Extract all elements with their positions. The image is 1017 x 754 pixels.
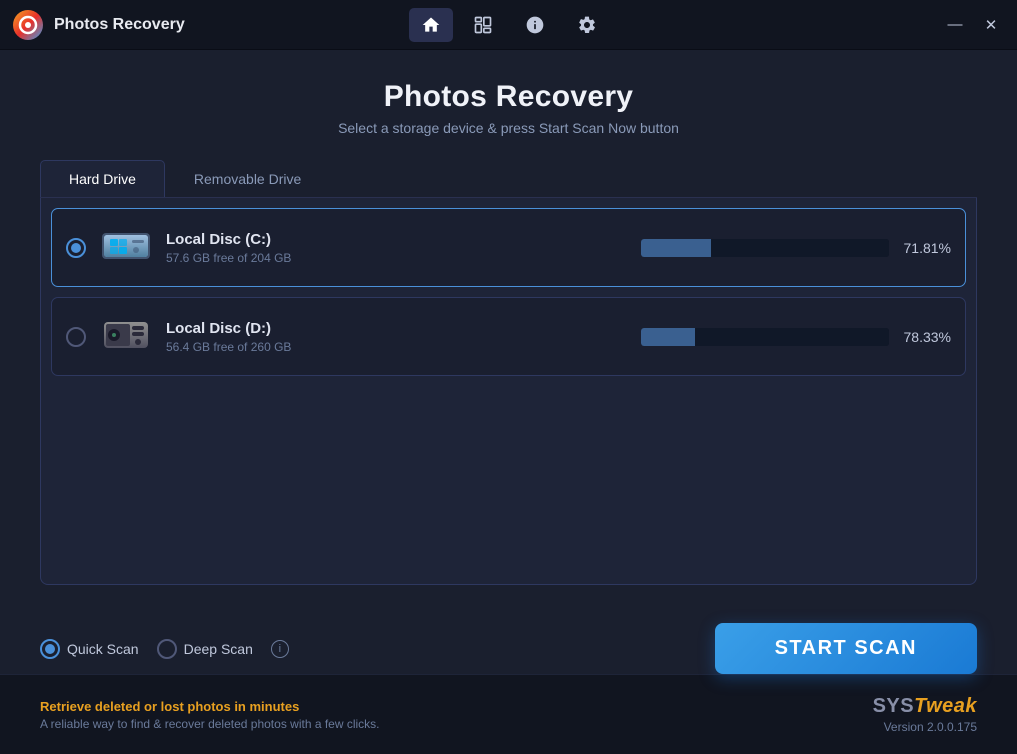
tab-removable-drive[interactable]: Removable Drive xyxy=(165,160,330,197)
titlebar-left: Photos Recovery xyxy=(12,9,185,41)
drive-d-used-bar xyxy=(695,328,889,346)
footer: Retrieve deleted or lost photos in minut… xyxy=(0,674,1017,754)
tab-hard-drive[interactable]: Hard Drive xyxy=(40,160,165,197)
brand-sys: SYS xyxy=(873,695,915,717)
drive-c-name: Local Disc (C:) xyxy=(166,231,641,248)
footer-desc: A reliable way to find & recover deleted… xyxy=(40,717,380,731)
drive-icon-c xyxy=(100,225,152,270)
deep-scan-option[interactable]: Deep Scan xyxy=(157,639,253,659)
quick-scan-radio-inner xyxy=(45,644,55,654)
drive-icon-d xyxy=(100,314,152,359)
footer-brand: SYSTweak Version 2.0.0.175 xyxy=(873,695,977,734)
drive-c-bar-area: 71.81% xyxy=(641,239,951,257)
footer-promo: Retrieve deleted or lost photos in minut… xyxy=(40,699,380,714)
bottom-bar: Quick Scan Deep Scan i START SCAN xyxy=(0,605,1017,674)
quick-scan-radio[interactable] xyxy=(40,639,60,659)
deep-scan-radio[interactable] xyxy=(157,639,177,659)
drive-c-bar-track xyxy=(641,239,889,257)
drive-d-info: Local Disc (D:) 56.4 GB free of 260 GB xyxy=(166,320,641,354)
quick-scan-label: Quick Scan xyxy=(67,641,139,657)
drive-d-name: Local Disc (D:) xyxy=(166,320,641,337)
minimize-button[interactable]: — xyxy=(941,11,969,39)
deep-scan-label: Deep Scan xyxy=(184,641,253,657)
radio-c[interactable] xyxy=(66,238,86,258)
quick-scan-option[interactable]: Quick Scan xyxy=(40,639,139,659)
drive-item-c[interactable]: Local Disc (C:) 57.6 GB free of 204 GB 7… xyxy=(51,208,966,287)
brand-name: SYSTweak xyxy=(873,695,977,718)
page-title: Photos Recovery xyxy=(40,80,977,114)
drive-c-space: 57.6 GB free of 204 GB xyxy=(166,251,641,265)
page-subtitle: Select a storage device & press Start Sc… xyxy=(40,120,977,136)
brand-version: Version 2.0.0.175 xyxy=(873,720,977,734)
brand-tweak: Tweak xyxy=(914,695,977,717)
titlebar-nav xyxy=(409,8,609,42)
drive-c-used-bar xyxy=(711,239,889,257)
drive-d-bar-area: 78.33% xyxy=(641,328,951,346)
app-title: Photos Recovery xyxy=(54,16,185,34)
main-content: Photos Recovery Select a storage device … xyxy=(0,50,1017,605)
drive-d-percent: 78.33% xyxy=(899,329,951,345)
nav-search-button[interactable] xyxy=(461,8,505,42)
drive-d-bar-track xyxy=(641,328,889,346)
tabs: Hard Drive Removable Drive xyxy=(40,160,977,198)
drive-item-d[interactable]: Local Disc (D:) 56.4 GB free of 260 GB 7… xyxy=(51,297,966,376)
footer-left: Retrieve deleted or lost photos in minut… xyxy=(40,699,380,731)
titlebar-controls: — ✕ xyxy=(941,11,1005,39)
close-button[interactable]: ✕ xyxy=(977,11,1005,39)
drive-c-percent: 71.81% xyxy=(899,240,951,256)
titlebar: Photos Recovery — ✕ xyxy=(0,0,1017,50)
drive-c-free-bar xyxy=(641,239,711,257)
nav-settings-button[interactable] xyxy=(565,8,609,42)
nav-info-button[interactable] xyxy=(513,8,557,42)
nav-home-button[interactable] xyxy=(409,8,453,42)
drive-d-space: 56.4 GB free of 260 GB xyxy=(166,340,641,354)
start-scan-button[interactable]: START SCAN xyxy=(715,623,977,674)
drive-list: Local Disc (C:) 57.6 GB free of 204 GB 7… xyxy=(40,198,977,585)
scan-options: Quick Scan Deep Scan i xyxy=(40,639,715,659)
drive-c-info: Local Disc (C:) 57.6 GB free of 204 GB xyxy=(166,231,641,265)
radio-d[interactable] xyxy=(66,327,86,347)
scan-info-icon[interactable]: i xyxy=(271,640,289,658)
app-logo-icon xyxy=(12,9,44,41)
radio-c-inner xyxy=(71,243,81,253)
drive-d-free-bar xyxy=(641,328,695,346)
